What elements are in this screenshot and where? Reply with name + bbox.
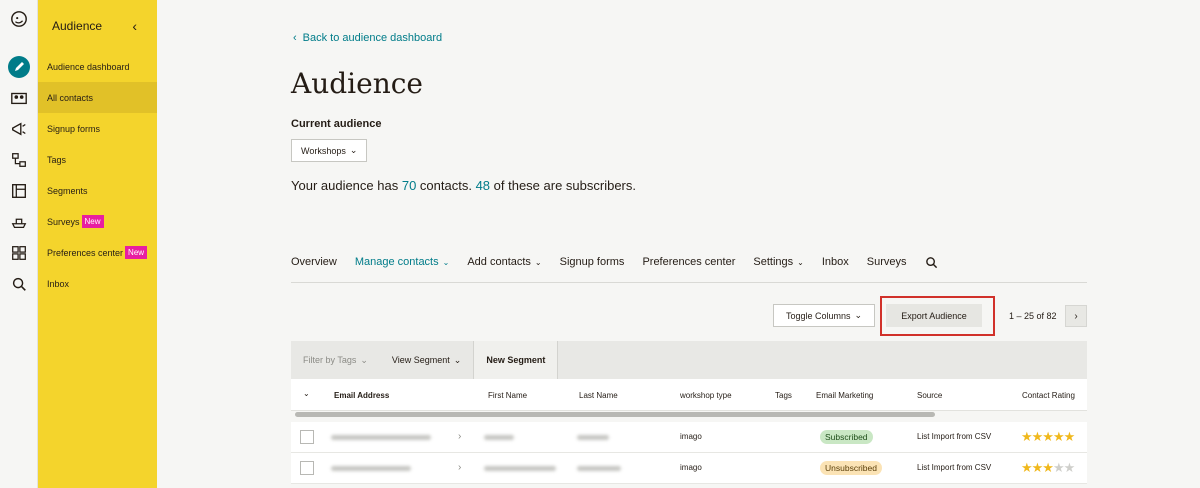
redacted-email [331, 435, 431, 440]
column-header[interactable]: Email Address [334, 391, 389, 400]
workshop-type-cell: imago [680, 463, 702, 472]
column-header[interactable]: Source [917, 391, 942, 400]
next-page-button[interactable]: › [1065, 305, 1087, 327]
toggle-columns-button[interactable]: Toggle Columns ⌄ [773, 304, 876, 327]
chevron-right-icon[interactable]: › [458, 431, 461, 442]
mailchimp-logo-icon[interactable] [8, 8, 30, 30]
chevron-down-icon: ⌄ [442, 257, 450, 267]
audience-select[interactable]: Workshops ⌄ [291, 139, 368, 162]
redacted-last-name [577, 435, 609, 440]
redacted-first-name [484, 435, 514, 440]
chevron-right-icon: › [1074, 310, 1078, 322]
sidebar-item-all-contacts[interactable]: All contacts [38, 82, 157, 113]
contact-rating-stars: ★★★★★ [1021, 460, 1075, 475]
audience-summary: Your audience has 70 contacts. 48 of the… [291, 178, 636, 193]
chevron-right-icon[interactable]: › [458, 462, 461, 473]
sidebar-header: Audience ‹ [38, 0, 157, 52]
tab-add-contacts[interactable]: Add contacts ⌄ [467, 256, 541, 268]
audience-sidebar: Audience ‹ Audience dashboard All contac… [38, 0, 157, 488]
contacts-count[interactable]: 70 [402, 178, 416, 193]
audience-tabs: Overview Manage contacts ⌄ Add contacts ⌄ … [291, 256, 1087, 283]
workshop-type-cell: imago [680, 432, 702, 441]
source-cell: List Import from CSV [917, 432, 992, 441]
filter-bar: Filter by Tags ⌄ View Segment ⌄ New Segmen… [291, 341, 1087, 379]
new-badge: New [125, 246, 148, 259]
search-icon[interactable] [8, 273, 30, 295]
sidebar-item-surveys[interactable]: Surveys New [38, 206, 157, 237]
sidebar-item-segments[interactable]: Segments [38, 175, 157, 206]
tab-overview[interactable]: Overview [291, 256, 337, 268]
contacts-icon[interactable] [8, 87, 30, 109]
page-title: Audience [291, 67, 423, 100]
column-header[interactable]: Contact Rating [1022, 391, 1075, 400]
redacted-email [331, 466, 411, 471]
chevron-down-icon: ⌄ [453, 354, 462, 365]
column-header[interactable]: workshop type [680, 391, 732, 400]
row-checkbox[interactable] [300, 430, 314, 444]
select-all-chevron-icon[interactable]: ⌄ [303, 389, 310, 398]
sidebar-item-preferences-center[interactable]: Preferences center New [38, 237, 157, 268]
contact-rating-stars: ★★★★★ [1021, 429, 1075, 444]
new-segment-button[interactable]: New Segment [473, 341, 559, 379]
pencil-icon[interactable] [8, 56, 30, 78]
chevron-left-icon: ‹ [293, 32, 297, 44]
automations-icon[interactable] [8, 149, 30, 171]
search-icon[interactable] [925, 256, 938, 269]
new-badge: New [81, 215, 104, 228]
table-header: ⌄ Email Address First Name Last Name wor… [291, 379, 1087, 411]
tab-manage-contacts[interactable]: Manage contacts ⌄ [355, 256, 449, 268]
column-header[interactable]: Email Marketing [816, 391, 873, 400]
tab-signup-forms[interactable]: Signup forms [560, 256, 625, 268]
redacted-first-name [484, 466, 556, 471]
horizontal-scrollbar[interactable] [295, 412, 935, 417]
campaign-megaphone-icon[interactable] [8, 118, 30, 140]
source-cell: List Import from CSV [917, 463, 992, 472]
sidebar-title: Audience [52, 19, 103, 33]
integrations-icon[interactable] [8, 211, 30, 233]
redacted-last-name [577, 466, 621, 471]
current-audience-label: Current audience [291, 118, 382, 130]
website-icon[interactable] [8, 180, 30, 202]
filter-by-tags-dropdown[interactable]: Filter by Tags ⌄ [291, 341, 380, 379]
chevron-down-icon: ⌄ [360, 354, 368, 365]
sidebar-item-inbox[interactable]: Inbox [38, 268, 157, 299]
chevron-down-icon: ⌄ [797, 257, 804, 267]
export-audience-button[interactable]: Export Audience [886, 304, 982, 327]
chevron-down-icon: ⌄ [349, 145, 358, 155]
tab-surveys[interactable]: Surveys [867, 256, 907, 268]
back-to-dashboard-link[interactable]: ‹ Back to audience dashboard [293, 32, 442, 44]
grid-icon[interactable] [8, 242, 30, 264]
chevron-down-icon: ⌄ [534, 257, 542, 267]
view-segment-dropdown[interactable]: View Segment ⌄ [380, 341, 473, 379]
column-header[interactable]: Last Name [579, 391, 618, 400]
table-row[interactable]: › imago Unsubscribed List Import from CS… [291, 453, 1087, 484]
row-checkbox[interactable] [300, 461, 314, 475]
collapse-chevron-icon[interactable]: ‹ [132, 18, 137, 34]
sidebar-item-audience-dashboard[interactable]: Audience dashboard [38, 51, 157, 82]
chevron-down-icon: ⌄ [854, 310, 863, 320]
sidebar-item-tags[interactable]: Tags [38, 144, 157, 175]
status-badge: Subscribed [820, 430, 873, 444]
tab-preferences-center[interactable]: Preferences center [642, 256, 735, 268]
pagination-label: 1 – 25 of 82 [1009, 311, 1057, 321]
column-header[interactable]: First Name [488, 391, 527, 400]
sidebar-item-signup-forms[interactable]: Signup forms [38, 113, 157, 144]
status-badge: Unsubscribed [820, 461, 882, 475]
column-header[interactable]: Tags [775, 391, 792, 400]
main-content: ‹ Back to audience dashboard Audience Cu… [157, 0, 1200, 488]
table-row[interactable]: › imago Subscribed List Import from CSV … [291, 422, 1087, 453]
tab-settings[interactable]: Settings ⌄ [753, 256, 803, 268]
tab-inbox[interactable]: Inbox [822, 256, 849, 268]
subscribers-count[interactable]: 48 [476, 178, 490, 193]
icon-rail [0, 0, 38, 488]
